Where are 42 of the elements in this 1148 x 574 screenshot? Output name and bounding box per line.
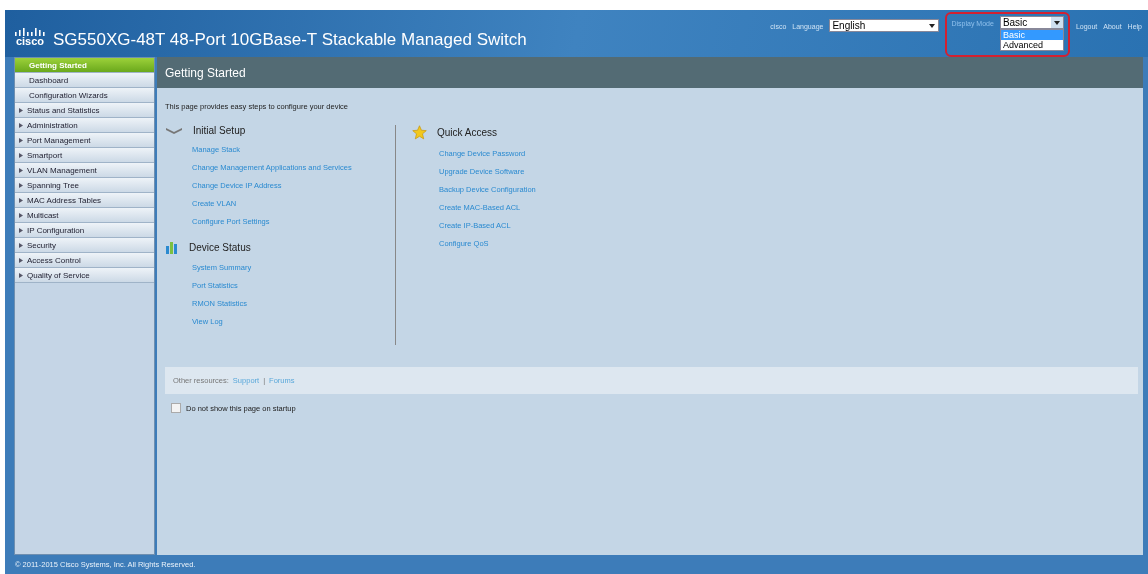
caret-icon xyxy=(929,23,936,28)
caret-icon xyxy=(1053,20,1060,25)
nav-item[interactable]: Multicast xyxy=(15,208,154,223)
expand-arrow-icon xyxy=(19,122,23,128)
expand-arrow-icon xyxy=(19,227,23,233)
expand-arrow-icon xyxy=(19,182,23,188)
device-icon xyxy=(165,126,183,135)
nav-item[interactable]: IP Configuration xyxy=(15,223,154,238)
nav-item[interactable]: MAC Address Tables xyxy=(15,193,154,208)
cisco-logo: cisco xyxy=(15,27,45,47)
bar-chart-icon xyxy=(165,240,179,254)
expand-arrow-icon xyxy=(19,152,23,158)
expand-arrow-icon xyxy=(19,257,23,263)
section-title: Device Status xyxy=(189,241,251,253)
expand-arrow-icon xyxy=(19,272,23,278)
checkbox[interactable] xyxy=(171,403,181,413)
nav-item[interactable]: VLAN Management xyxy=(15,163,154,178)
expand-arrow-icon xyxy=(19,212,23,218)
page-title: Getting Started xyxy=(157,57,1143,88)
nav-item[interactable]: Dashboard xyxy=(15,73,154,88)
device-title: SG550XG-48T 48-Port 10GBase-T Stackable Managed Switch xyxy=(53,30,527,50)
display-mode-select[interactable]: Basic xyxy=(999,16,1064,29)
expand-arrow-icon xyxy=(19,197,23,203)
expand-arrow-icon xyxy=(19,137,23,143)
nav-item[interactable]: Administration xyxy=(15,118,154,133)
nav-item[interactable]: Security xyxy=(15,238,154,253)
dropdown-option[interactable]: Basic xyxy=(1000,30,1063,40)
nav-item[interactable]: Smartport xyxy=(15,148,154,163)
nav-item[interactable]: Quality of Service xyxy=(15,268,154,283)
expand-arrow-icon xyxy=(19,167,23,173)
section-title: Quick Access xyxy=(437,127,498,138)
expand-arrow-icon xyxy=(19,107,23,113)
star-icon xyxy=(412,125,427,140)
nav-item[interactable]: Configuration Wizards xyxy=(15,88,154,103)
language-select[interactable]: English xyxy=(829,19,940,32)
nav-item[interactable]: Spanning Tree xyxy=(15,178,154,193)
nav-item[interactable]: Access Control xyxy=(15,253,154,268)
nav-item[interactable]: Status and Statistics xyxy=(15,103,154,118)
section-title: Initial Setup xyxy=(193,125,246,136)
nav-item[interactable]: Getting Started xyxy=(15,58,154,73)
expand-arrow-icon xyxy=(19,242,23,248)
nav-item[interactable]: Port Management xyxy=(15,133,154,148)
